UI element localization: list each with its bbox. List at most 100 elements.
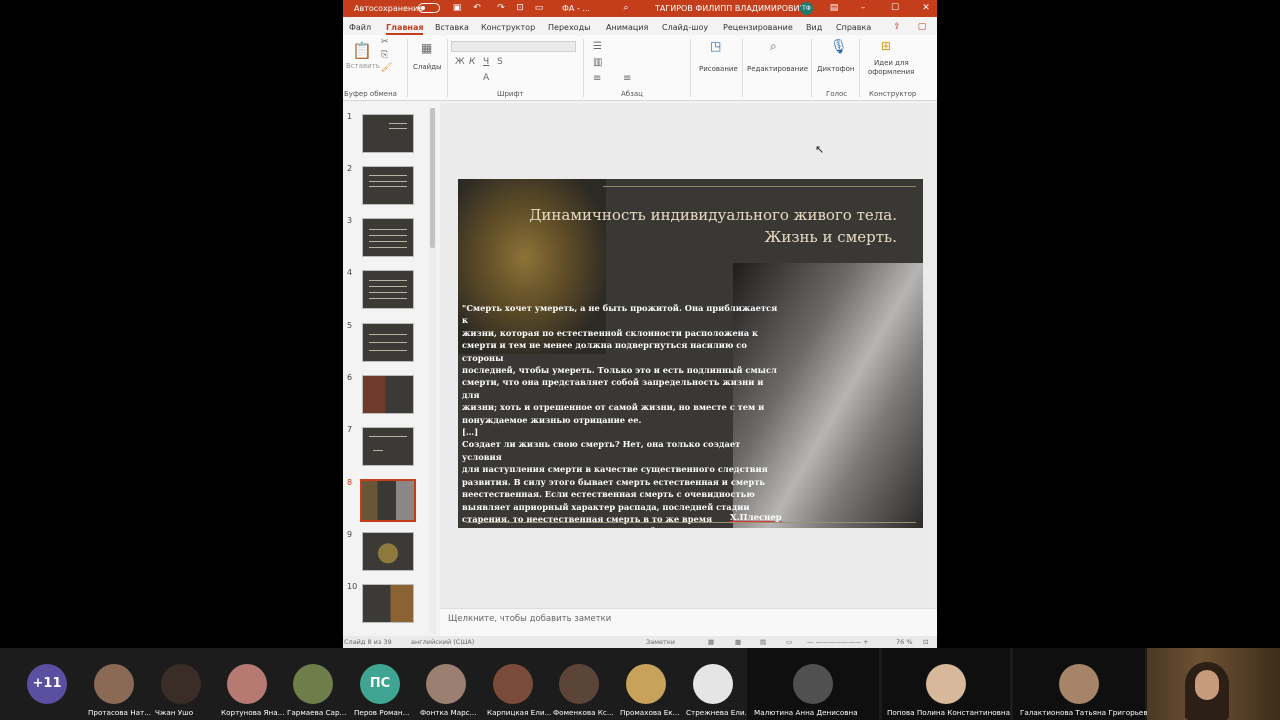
bottom-rule — [466, 522, 916, 523]
drawing-icon[interactable]: ◳ — [710, 39, 721, 53]
slideshow-icon[interactable]: ▭ — [533, 2, 545, 14]
slide-thumbnail-10[interactable] — [362, 584, 414, 623]
tab-insert[interactable]: Вставка — [435, 23, 469, 32]
align-center-icon[interactable]: ≡ — [623, 73, 631, 84]
user-name[interactable]: ТАГИРОВ ФИЛИПП ВЛАДИМИРОВИЧ — [655, 4, 805, 13]
participant-tile[interactable]: Промахова Ек... — [620, 648, 680, 720]
find-icon[interactable]: ⌕ — [770, 39, 777, 54]
save-icon[interactable]: ▣ — [451, 2, 463, 14]
participant-tile[interactable]: Протасова Нат... — [88, 648, 151, 720]
format-painter-icon[interactable]: 🖌 — [381, 63, 392, 73]
slides-label[interactable]: Слайды — [413, 63, 442, 71]
slideshow-view-icon[interactable]: ▭ — [786, 638, 792, 646]
participant-tile-wide[interactable]: Попова Полина Константиновна — [882, 648, 1010, 720]
zoom-slider[interactable]: — ——————— + — [807, 638, 869, 646]
participant-tile[interactable]: Чжан Ушо — [155, 648, 207, 720]
thumbnail-scrollbar[interactable] — [429, 108, 436, 633]
thumb-number: 4 — [347, 268, 353, 277]
autosave-toggle[interactable] — [418, 3, 440, 13]
comments-icon[interactable]: ▢ — [916, 21, 928, 33]
drawing-label[interactable]: Рисование — [699, 65, 738, 73]
slide-counter: Слайд 8 из 39 — [344, 638, 392, 646]
font-color-icon[interactable]: A — [483, 73, 489, 83]
slide-thumbnail-8[interactable] — [360, 479, 416, 522]
slide-thumbnail-6[interactable] — [362, 375, 414, 414]
participant-tile-wide[interactable]: Малютина Анна Денисовна — [747, 648, 879, 720]
participant-tile[interactable]: Фоменкова Кс... — [553, 648, 614, 720]
share-icon[interactable]: ⇪ — [891, 21, 903, 33]
search-icon[interactable]: ⌕ — [620, 2, 632, 14]
underline-icon[interactable]: Ч — [483, 57, 489, 67]
participant-tile[interactable]: ПС Перов Роман... — [354, 648, 409, 720]
participant-tile[interactable]: Гармаева Сар... — [287, 648, 346, 720]
dictaphone-label[interactable]: Диктофон — [817, 65, 854, 73]
minimize-icon[interactable]: – — [857, 2, 869, 14]
canvas-scrollbar[interactable] — [929, 103, 937, 608]
tab-animations[interactable]: Анимация — [606, 23, 648, 32]
tab-transitions[interactable]: Переходы — [548, 23, 590, 32]
participant-tile[interactable]: Кортунова Яна... — [221, 648, 284, 720]
mouse-cursor-icon: ↖ — [815, 143, 825, 156]
more-participants[interactable]: +11 — [21, 648, 73, 720]
bullets-icon[interactable]: ☰ — [593, 41, 602, 52]
microphone-icon[interactable]: 🎙 — [830, 39, 848, 55]
align-left-icon[interactable]: ≡ — [593, 73, 601, 84]
bold-icon[interactable]: Ж — [455, 57, 465, 67]
participant-tile[interactable]: Стрежнева Ели... — [686, 648, 751, 720]
fit-slide-icon[interactable]: ⊡ — [923, 638, 928, 646]
language[interactable]: английский (США) — [411, 638, 474, 646]
slide-thumbnail-9[interactable] — [362, 532, 414, 571]
undo-icon[interactable]: ↶ — [471, 2, 483, 14]
design-ideas-icon[interactable]: ⊞ — [881, 39, 891, 53]
reading-view-icon[interactable]: ▤ — [760, 638, 766, 646]
ideas-label-2[interactable]: оформления — [868, 68, 914, 76]
ribbon-options-icon[interactable]: ▤ — [828, 2, 840, 14]
font-name-box[interactable] — [451, 41, 576, 52]
columns-icon[interactable]: ▥ — [593, 57, 602, 68]
slide-title[interactable]: Динамичность индивидуального живого тела… — [477, 204, 897, 248]
maximize-icon[interactable]: ☐ — [889, 2, 901, 14]
italic-icon[interactable]: К — [469, 57, 475, 67]
sorter-view-icon[interactable]: ▩ — [735, 638, 741, 646]
autosave-label: Автосохранение — [354, 4, 424, 13]
tab-slideshow[interactable]: Слайд-шоу — [662, 23, 708, 32]
paste-icon[interactable]: 📋 — [352, 41, 372, 60]
slide-thumbnail-3[interactable] — [362, 218, 414, 257]
shadow-icon[interactable]: S — [497, 57, 503, 67]
tab-home[interactable]: Главная — [386, 23, 424, 35]
self-video — [1147, 648, 1280, 720]
slide-thumbnail-2[interactable] — [362, 166, 414, 205]
cut-icon[interactable]: ✂ — [381, 37, 389, 47]
editing-label[interactable]: Редактирование — [747, 65, 808, 73]
current-slide[interactable]: Динамичность индивидуального живого тела… — [458, 179, 923, 528]
present-icon[interactable]: ⊡ — [514, 2, 526, 14]
slide-thumbnail-5[interactable] — [362, 323, 414, 362]
document-name[interactable]: ФА - ... — [562, 4, 590, 13]
redo-icon[interactable]: ↷ — [495, 2, 507, 14]
participant-tile-wide[interactable]: Галактионова Татьяна Григорьевна — [1013, 648, 1157, 720]
tab-help[interactable]: Справка — [836, 23, 871, 32]
close-icon[interactable]: ✕ — [920, 2, 932, 14]
tab-review[interactable]: Рецензирование — [723, 23, 793, 32]
user-avatar[interactable]: ТФ — [800, 2, 813, 15]
divider — [407, 39, 408, 97]
divider — [583, 39, 584, 97]
participant-tile[interactable]: Карпицкая Ели... — [487, 648, 551, 720]
copy-icon[interactable]: ⎘ — [381, 50, 388, 60]
normal-view-icon[interactable]: ▦ — [708, 638, 714, 646]
thumb-number: 1 — [347, 112, 353, 121]
slide-thumbnail-1[interactable] — [362, 114, 414, 153]
paste-label[interactable]: Вставить — [346, 62, 380, 70]
ideas-label-1[interactable]: Идеи для — [874, 59, 909, 67]
notes-pane[interactable]: Щелкните, чтобы добавить заметки — [440, 608, 937, 636]
tab-view[interactable]: Вид — [806, 23, 822, 32]
slide-thumbnail-7[interactable] — [362, 427, 414, 466]
slide-thumbnail-4[interactable] — [362, 270, 414, 309]
participant-tile[interactable]: Фонтка Марс... — [420, 648, 476, 720]
tab-file[interactable]: Файл — [349, 23, 371, 32]
tab-design[interactable]: Конструктор — [481, 23, 535, 32]
slide-quote[interactable]: "Смерть хочет умереть, а не быть прожито… — [462, 302, 780, 528]
new-slide-icon[interactable]: ▦ — [421, 41, 432, 55]
notes-toggle[interactable]: Заметки — [646, 638, 675, 646]
zoom-level[interactable]: 76 % — [896, 638, 913, 646]
